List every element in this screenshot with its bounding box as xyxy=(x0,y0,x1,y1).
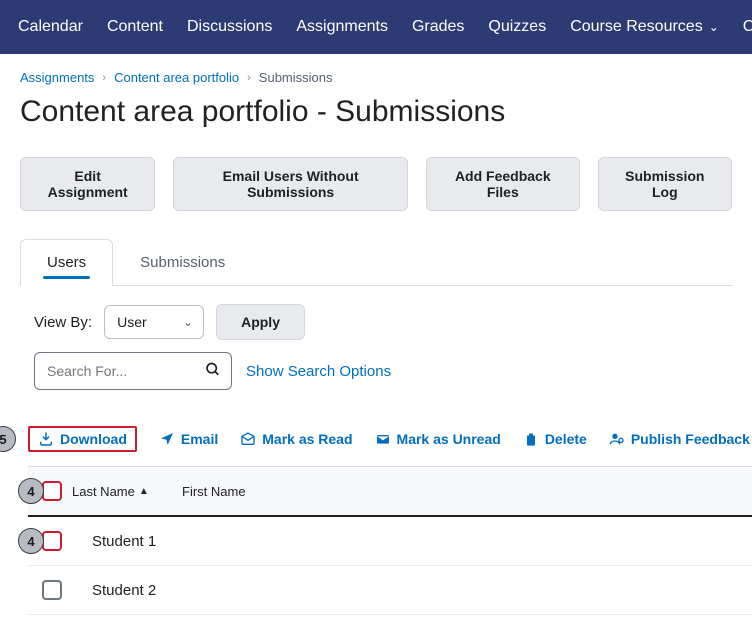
page-title: Content area portfolio - Submissions xyxy=(20,95,732,129)
chevron-down-icon: ⌄ xyxy=(709,20,719,34)
email-button[interactable]: Email xyxy=(159,431,218,447)
breadcrumb-assignments[interactable]: Assignments xyxy=(20,70,94,85)
nav-grades[interactable]: Grades xyxy=(400,18,476,36)
row-checkbox[interactable] xyxy=(42,531,62,551)
tab-submissions[interactable]: Submissions xyxy=(113,239,252,285)
publish-label: Publish Feedback xyxy=(631,431,750,447)
search-box xyxy=(34,352,232,390)
download-icon xyxy=(38,431,54,447)
nav-calendar[interactable]: Calendar xyxy=(6,18,95,36)
select-all-checkbox[interactable] xyxy=(42,481,62,501)
delete-button[interactable]: Delete xyxy=(523,431,587,447)
filter-row: View By: User ⌄ Apply xyxy=(20,286,732,352)
student-name[interactable]: Student 2 xyxy=(72,582,156,599)
table-row: Student 2 xyxy=(28,566,752,615)
mail-open-icon xyxy=(240,431,256,447)
top-navbar: Calendar Content Discussions Assignments… xyxy=(0,0,752,54)
delete-label: Delete xyxy=(545,431,587,447)
apply-button[interactable]: Apply xyxy=(216,304,305,340)
add-feedback-files-button[interactable]: Add Feedback Files xyxy=(426,157,580,211)
row-checkbox[interactable] xyxy=(42,580,62,600)
table-header-row: 4 Last Name ▲ First Name xyxy=(28,466,752,517)
view-by-label: View By: xyxy=(34,314,92,331)
sort-asc-icon: ▲ xyxy=(139,486,149,497)
nav-course-resources[interactable]: Course Resources ⌄ xyxy=(558,18,731,36)
student-name[interactable]: Student 1 xyxy=(72,533,156,550)
column-header-first-name[interactable]: First Name xyxy=(182,484,246,499)
action-button-row: Edit Assignment Email Users Without Subm… xyxy=(20,157,732,211)
search-icon[interactable] xyxy=(205,362,221,381)
submissions-table: 4 Last Name ▲ First Name 4 Student 1 Stu… xyxy=(0,466,752,615)
view-by-select[interactable]: User ⌄ xyxy=(104,305,204,339)
breadcrumb-sep-icon: › xyxy=(247,72,251,84)
nav-content[interactable]: Content xyxy=(95,18,175,36)
chevron-down-icon: ⌄ xyxy=(183,315,193,329)
show-search-options-link[interactable]: Show Search Options xyxy=(246,363,391,380)
step-marker-5: 5 xyxy=(0,426,16,452)
submission-log-button[interactable]: Submission Log xyxy=(598,157,732,211)
bulk-action-row: 5 Download Email Mark as Read Mark as Un… xyxy=(0,418,752,466)
nav-course-resources-label: Course Resources xyxy=(570,18,703,36)
view-by-selected: User xyxy=(117,314,147,330)
download-button[interactable]: Download xyxy=(28,426,137,452)
mark-read-label: Mark as Read xyxy=(262,431,352,447)
send-icon xyxy=(159,431,175,447)
step-marker-4: 4 xyxy=(18,478,44,504)
mark-read-button[interactable]: Mark as Read xyxy=(240,431,352,447)
mark-unread-label: Mark as Unread xyxy=(397,431,501,447)
email-label: Email xyxy=(181,431,218,447)
breadcrumb-current: Submissions xyxy=(259,70,333,85)
breadcrumb-portfolio[interactable]: Content area portfolio xyxy=(114,70,239,85)
nav-quizzes[interactable]: Quizzes xyxy=(476,18,558,36)
publish-icon xyxy=(609,431,625,447)
table-row: 4 Student 1 xyxy=(28,517,752,566)
nav-assignments[interactable]: Assignments xyxy=(284,18,400,36)
nav-discussions[interactable]: Discussions xyxy=(175,18,284,36)
last-name-label: Last Name xyxy=(72,484,135,499)
mail-icon xyxy=(375,431,391,447)
search-row: Show Search Options xyxy=(20,352,732,418)
download-label: Download xyxy=(60,431,127,447)
edit-assignment-button[interactable]: Edit Assignment xyxy=(20,157,155,211)
nav-overflow[interactable]: Cou xyxy=(731,18,752,36)
step-marker-4: 4 xyxy=(18,528,44,554)
search-input[interactable] xyxy=(35,355,231,387)
trash-icon xyxy=(523,431,539,447)
publish-feedback-button[interactable]: Publish Feedback xyxy=(609,431,750,447)
email-users-without-submissions-button[interactable]: Email Users Without Submissions xyxy=(173,157,408,211)
tab-users[interactable]: Users xyxy=(20,239,113,286)
breadcrumb: Assignments › Content area portfolio › S… xyxy=(20,70,732,85)
mark-unread-button[interactable]: Mark as Unread xyxy=(375,431,501,447)
tab-strip: Users Submissions xyxy=(20,239,732,286)
breadcrumb-sep-icon: › xyxy=(102,72,106,84)
column-header-last-name[interactable]: Last Name ▲ xyxy=(72,484,182,499)
